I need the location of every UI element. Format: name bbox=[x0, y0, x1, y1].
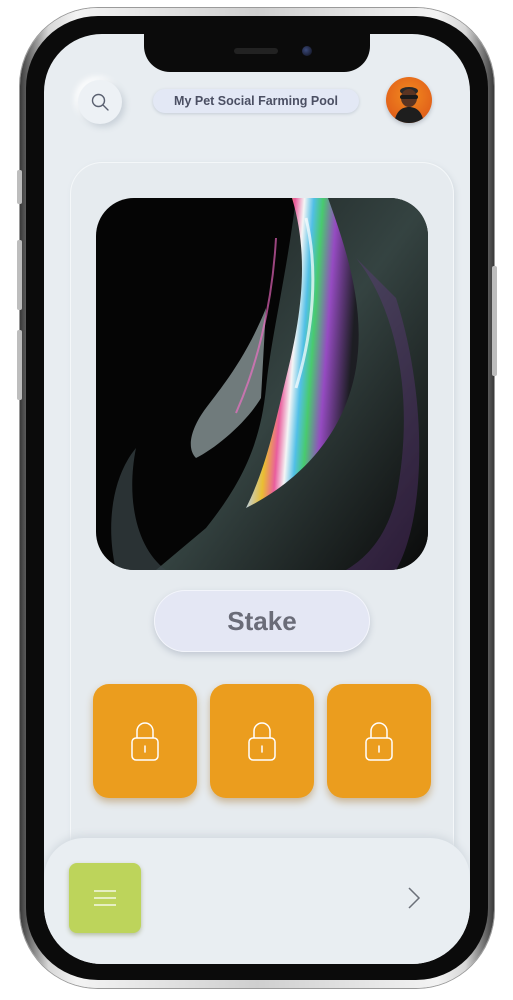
menu-icon bbox=[94, 890, 116, 906]
menu-button[interactable] bbox=[69, 863, 141, 933]
locked-slot-3[interactable] bbox=[327, 684, 431, 798]
lock-icon bbox=[131, 722, 159, 761]
lock-icon bbox=[365, 722, 393, 761]
phone-notch bbox=[144, 34, 370, 72]
speaker-grille bbox=[234, 48, 278, 54]
search-icon bbox=[91, 93, 109, 111]
volume-up-button bbox=[17, 240, 22, 310]
stake-button[interactable]: Stake bbox=[154, 590, 370, 652]
power-button bbox=[492, 266, 497, 376]
front-camera bbox=[302, 46, 312, 56]
user-avatar-icon bbox=[394, 87, 424, 123]
nft-artwork[interactable] bbox=[96, 198, 428, 570]
search-button[interactable] bbox=[78, 80, 122, 124]
mute-switch bbox=[17, 170, 22, 204]
page-title: My Pet Social Farming Pool bbox=[153, 89, 359, 113]
lock-icon bbox=[248, 722, 276, 761]
chevron-right-icon bbox=[408, 887, 421, 909]
avatar[interactable] bbox=[386, 77, 432, 123]
holographic-art-image bbox=[111, 198, 428, 570]
volume-down-button bbox=[17, 330, 22, 400]
next-button[interactable] bbox=[398, 880, 430, 916]
locked-slot-1[interactable] bbox=[93, 684, 197, 798]
locked-slot-2[interactable] bbox=[210, 684, 314, 798]
app-screen: My Pet Social Farming Pool Stake bbox=[44, 34, 470, 964]
